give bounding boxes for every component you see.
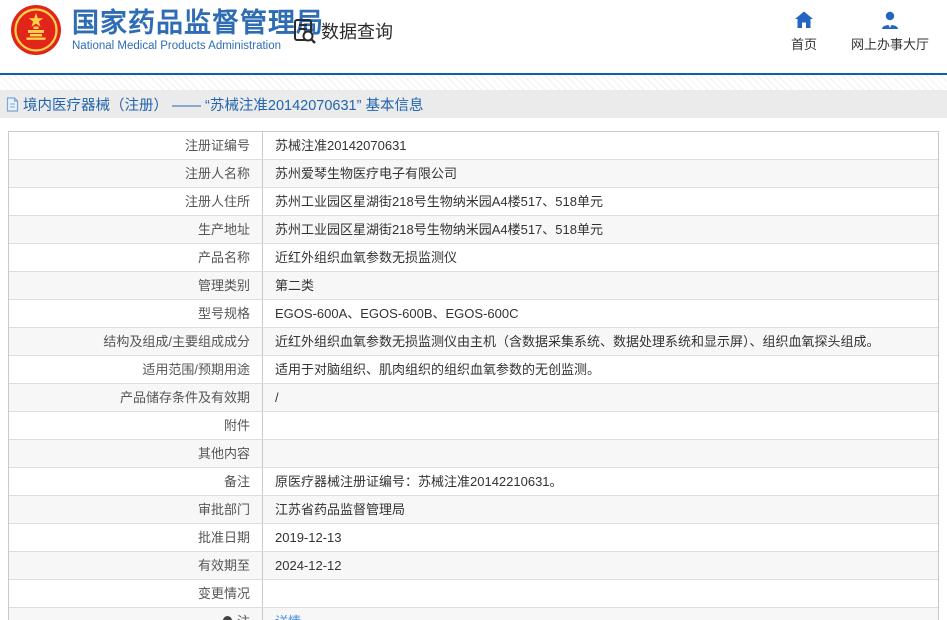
row-value: 江苏省药品监督管理局 xyxy=(275,502,406,517)
page-title: 境内医疗器械（注册） —— “苏械注准20142070631” 基本信息 xyxy=(23,97,424,114)
row-value: 苏州工业园区星湖街218号生物纳米园A4楼517、518单元 xyxy=(275,194,603,209)
spacer xyxy=(0,118,947,131)
pin-icon xyxy=(221,614,234,620)
table-row: 备注 原医疗器械注册证编号：苏械注准20142210631。 xyxy=(9,468,938,496)
data-query-label: 数据查询 xyxy=(321,22,393,42)
title-band: 境内医疗器械（注册） —— “苏械注准20142070631” 基本信息 xyxy=(0,90,947,118)
hatch-band xyxy=(0,75,947,90)
row-value: 苏州工业园区星湖街218号生物纳米园A4楼517、518单元 xyxy=(275,222,603,237)
row-label: 变更情况 xyxy=(9,580,263,607)
table-row: 产品名称 近红外组织血氧参数无损监测仪 xyxy=(9,244,938,272)
table-row: 有效期至 2024-12-12 xyxy=(9,552,938,580)
row-value: 原医疗器械注册证编号：苏械注准20142210631。 xyxy=(275,474,563,489)
row-value: 2024-12-12 xyxy=(275,558,342,573)
row-label: 注 xyxy=(9,608,263,620)
table-row: 批准日期 2019-12-13 xyxy=(9,524,938,552)
row-value: 苏州爱琴生物医疗电子有限公司 xyxy=(275,166,458,181)
row-value: 适用于对脑组织、肌肉组织的组织血氧参数的无创监测。 xyxy=(275,362,601,377)
row-value: 第二类 xyxy=(275,278,315,293)
table-row: 注详情 xyxy=(9,608,938,620)
table-row: 审批部门 江苏省药品监督管理局 xyxy=(9,496,938,524)
row-label: 型号规格 xyxy=(9,300,263,327)
org-name-en: National Medical Products Administration xyxy=(72,40,282,52)
row-label: 有效期至 xyxy=(9,552,263,579)
row-label: 批准日期 xyxy=(9,524,263,551)
nav-item-label: 网上办事大厅 xyxy=(850,37,929,52)
row-label: 注册人住所 xyxy=(9,188,263,215)
row-label: 附件 xyxy=(9,412,263,439)
nav-item-label: 首页 xyxy=(790,37,817,52)
row-label: 注册证编号 xyxy=(9,132,263,159)
row-value xyxy=(263,580,938,607)
table-row: 注册人住所 苏州工业园区星湖街218号生物纳米园A4楼517、518单元 xyxy=(9,188,938,216)
row-value: 近红外组织血氧参数无损监测仪 xyxy=(275,250,458,265)
table-row: 适用范围/预期用途 适用于对脑组织、肌肉组织的组织血氧参数的无创监测。 xyxy=(9,356,938,384)
table-row: 型号规格 EGOS-600A、EGOS-600B、EGOS-600C xyxy=(9,300,938,328)
table-row: 产品储存条件及有效期 / xyxy=(9,384,938,412)
table-row: 附件 xyxy=(9,412,938,440)
row-label: 产品名称 xyxy=(9,244,263,271)
org-name-cn: 国家药品监督管理局 xyxy=(72,8,324,38)
site-header: 国家药品监督管理局 National Medical Products Admi… xyxy=(0,0,947,73)
home-icon xyxy=(794,11,813,28)
nav-item-home[interactable]: 首页 xyxy=(791,10,817,53)
row-value: 详情 xyxy=(263,608,938,620)
row-value: 2019-12-13 xyxy=(275,530,342,545)
nav-item-service-hall[interactable]: 网上办事大厅 xyxy=(851,10,929,53)
row-value: / xyxy=(275,390,279,405)
row-label: 产品储存条件及有效期 xyxy=(9,384,263,411)
row-value: EGOS-600A、EGOS-600B、EGOS-600C xyxy=(275,306,519,321)
info-table: 注册证编号 苏械注准20142070631 注册人名称 苏州爱琴生物医疗电子有限公司注… xyxy=(8,131,939,620)
top-nav: 首页 网上办事大厅 xyxy=(791,10,929,53)
row-label: 适用范围/预期用途 xyxy=(9,356,263,383)
row-label: 生产地址 xyxy=(9,216,263,243)
table-row: 结构及组成/主要组成成分 近红外组织血氧参数无损监测仪由主机（含数据采集系统、数据… xyxy=(9,328,938,356)
table-row: 其他内容 xyxy=(9,440,938,468)
table-row: 生产地址 苏州工业园区星湖街218号生物纳米园A4楼517、518单元 xyxy=(9,216,938,244)
row-label: 注册人名称 xyxy=(9,160,263,187)
document-search-icon xyxy=(294,19,316,44)
national-emblem-icon xyxy=(11,5,61,55)
row-value xyxy=(263,412,938,439)
table-row: 变更情况 xyxy=(9,580,938,608)
detail-link[interactable]: 详情 xyxy=(275,614,301,620)
page-doc-icon xyxy=(6,96,19,112)
brand-text: 国家药品监督管理局 National Medical Products Admi… xyxy=(72,8,324,52)
brand[interactable]: 国家药品监督管理局 National Medical Products Admi… xyxy=(10,4,324,56)
row-label: 备注 xyxy=(9,468,263,495)
row-value: 近红外组织血氧参数无损监测仪由主机（含数据采集系统、数据处理系统和显示屏）、组织… xyxy=(275,334,880,349)
row-label: 结构及组成/主要组成成分 xyxy=(9,328,263,355)
row-label: 审批部门 xyxy=(9,496,263,523)
data-query-section[interactable]: 数据查询 xyxy=(293,18,393,44)
table-row: 注册证编号 苏械注准20142070631 xyxy=(9,132,938,160)
table-row: 注册人名称 苏州爱琴生物医疗电子有限公司 xyxy=(9,160,938,188)
table-row: 管理类别 第二类 xyxy=(9,272,938,300)
user-icon xyxy=(881,11,898,29)
row-label: 其他内容 xyxy=(9,440,263,467)
row-value: 苏械注准20142070631 xyxy=(275,138,407,153)
row-label: 管理类别 xyxy=(9,272,263,299)
row-value xyxy=(263,440,938,467)
